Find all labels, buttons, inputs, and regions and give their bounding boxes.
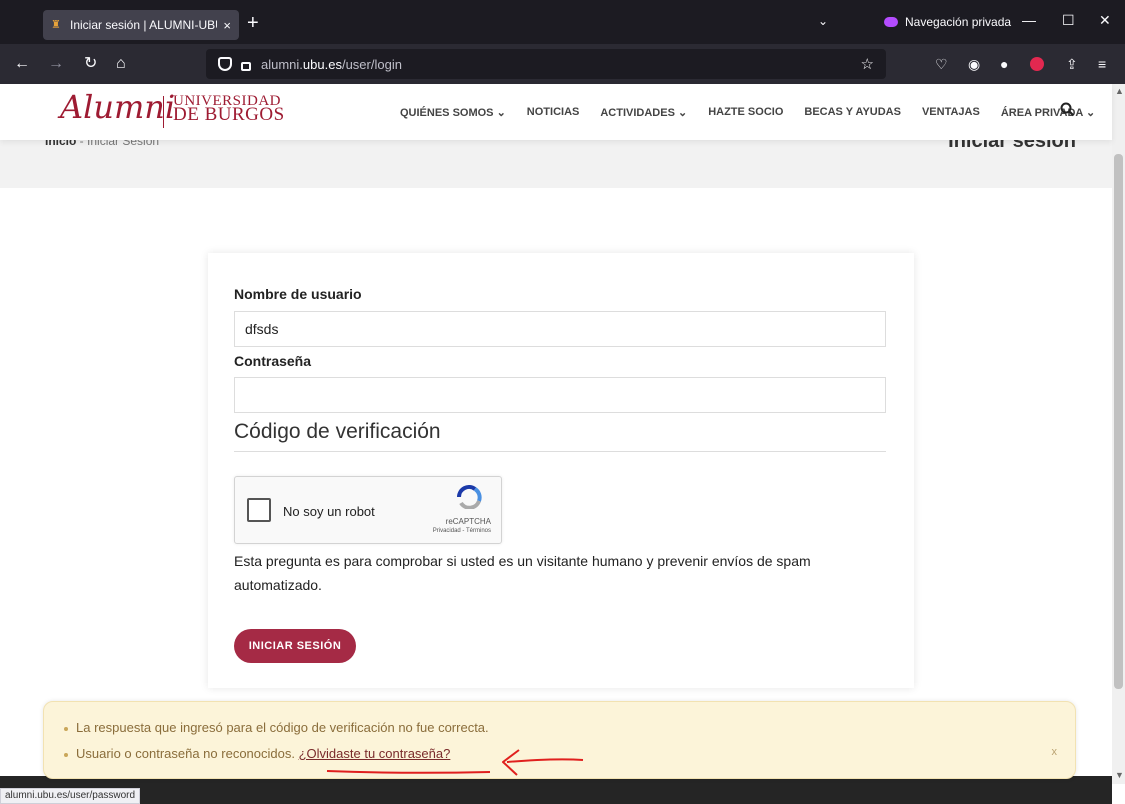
browser-tab-bar: ♜ Iniciar sesión | ALUMNI-UBU As × + ⌄ N… bbox=[0, 0, 1125, 44]
scroll-up-icon[interactable]: ▲ bbox=[1115, 86, 1124, 96]
site-header: Alumni UNIVERSIDAD DE BURGOS QUIÉNES SOM… bbox=[0, 84, 1112, 140]
bullet-icon bbox=[64, 752, 68, 757]
error-message-captcha: La respuesta que ingresó para el código … bbox=[64, 720, 489, 735]
back-arrow-icon[interactable]: ← bbox=[14, 54, 30, 74]
minimize-icon[interactable]: — bbox=[1022, 12, 1036, 28]
username-input[interactable] bbox=[234, 311, 886, 347]
share-icon[interactable]: ⇪ bbox=[1066, 56, 1078, 73]
tab-close-icon[interactable]: × bbox=[223, 18, 231, 33]
close-icon[interactable]: x bbox=[1052, 746, 1058, 758]
home-icon[interactable]: ⌂ bbox=[116, 54, 126, 74]
main-menu: QUIÉNES SOMOS ⌄ NOTICIAS ACTIVIDADES ⌄ H… bbox=[400, 106, 1116, 119]
search-icon[interactable] bbox=[1060, 102, 1075, 117]
error-message-credentials-text: Usuario o contraseña no reconocidos. bbox=[76, 746, 295, 761]
pocket-icon[interactable]: ♡ bbox=[935, 56, 948, 73]
reload-icon[interactable]: ↻ bbox=[84, 54, 97, 74]
menu-item-actividades[interactable]: ACTIVIDADES ⌄ bbox=[600, 106, 687, 119]
forward-arrow-icon[interactable]: → bbox=[48, 54, 64, 74]
private-browsing-indicator: Navegación privada bbox=[884, 15, 1011, 29]
tab-title: Iniciar sesión | ALUMNI-UBU As bbox=[70, 18, 218, 32]
recaptcha-checkbox[interactable] bbox=[247, 498, 271, 522]
alumni-logo[interactable]: Alumni bbox=[60, 88, 175, 126]
private-mask-icon bbox=[884, 17, 898, 27]
recaptcha-label: No soy un robot bbox=[283, 504, 375, 519]
error-messages: La respuesta que ingresó para el código … bbox=[43, 701, 1076, 779]
login-submit-button[interactable]: INICIAR SESIÓN bbox=[234, 629, 356, 663]
menu-item-ventajas[interactable]: VENTAJAS bbox=[922, 106, 980, 119]
lock-icon[interactable] bbox=[241, 61, 251, 71]
university-logo[interactable]: UNIVERSIDAD DE BURGOS bbox=[173, 94, 285, 125]
menu-item-area-privada[interactable]: ÁREA PRIVADA ⌄ bbox=[1001, 106, 1095, 119]
close-window-icon[interactable]: ✕ bbox=[1099, 12, 1111, 29]
username-label: Nombre de usuario bbox=[234, 286, 362, 302]
menu-item-quienes-somos[interactable]: QUIÉNES SOMOS ⌄ bbox=[400, 106, 506, 119]
recaptcha-logo-icon bbox=[457, 485, 482, 509]
footer-strip bbox=[0, 776, 1112, 804]
new-tab-button[interactable]: + bbox=[247, 12, 259, 35]
address-bar[interactable]: alumni.ubu.es/user/login ☆ bbox=[206, 49, 886, 79]
url-text: alumni.ubu.es/user/login bbox=[261, 56, 402, 72]
annotation-arrow-icon bbox=[326, 749, 584, 776]
university-logo-line2: DE BURGOS bbox=[173, 104, 285, 125]
scroll-down-icon[interactable]: ▼ bbox=[1115, 770, 1124, 780]
menu-item-becas-ayudas[interactable]: BECAS Y AYUDAS bbox=[804, 106, 901, 119]
menu-item-hazte-socio[interactable]: HAZTE SOCIO bbox=[708, 106, 783, 119]
tracking-shield-icon[interactable] bbox=[218, 57, 232, 71]
captcha-legend: Código de verificación bbox=[234, 420, 886, 452]
error-message-captcha-text: La respuesta que ingresó para el código … bbox=[76, 720, 489, 735]
password-input[interactable] bbox=[234, 377, 886, 413]
breadcrumb-band: Inicio - Iniciar Sesión Iniciar sesión bbox=[0, 130, 1112, 188]
maximize-icon[interactable]: ☐ bbox=[1062, 12, 1075, 29]
recaptcha-links[interactable]: Privacidad - Términos bbox=[433, 528, 491, 534]
browser-nav-bar: ← → ↻ ⌂ alumni.ubu.es/user/login ☆ ♡ ◉ ●… bbox=[0, 44, 1125, 84]
recaptcha-widget: No soy un robot reCAPTCHA Privacidad - T… bbox=[234, 476, 502, 544]
site-favicon-icon: ♜ bbox=[51, 19, 61, 31]
page-scrollbar[interactable]: ▲ ▼ bbox=[1112, 84, 1125, 784]
hamburger-menu-icon[interactable]: ≡ bbox=[1098, 56, 1106, 72]
browser-tab[interactable]: ♜ Iniciar sesión | ALUMNI-UBU As × bbox=[43, 10, 239, 40]
extension-icon[interactable]: ● bbox=[1000, 56, 1008, 72]
account-icon[interactable]: ◉ bbox=[968, 56, 980, 73]
bookmark-star-icon[interactable]: ☆ bbox=[861, 55, 874, 73]
private-browsing-label: Navegación privada bbox=[905, 15, 1012, 29]
password-label: Contraseña bbox=[234, 353, 312, 369]
logo-divider bbox=[163, 96, 164, 128]
menu-item-noticias[interactable]: NOTICIAS bbox=[527, 106, 580, 119]
addon-red-icon[interactable] bbox=[1030, 57, 1044, 71]
status-url-hint: alumni.ubu.es/user/password bbox=[0, 788, 141, 804]
login-card: Nombre de usuario Contraseña Código de v… bbox=[208, 253, 914, 688]
scrollbar-thumb[interactable] bbox=[1114, 154, 1123, 689]
captcha-description: Esta pregunta es para comprobar si usted… bbox=[234, 553, 811, 593]
recaptcha-brand: reCAPTCHA bbox=[445, 517, 491, 526]
list-tabs-chevron-icon[interactable]: ⌄ bbox=[818, 14, 828, 28]
bullet-icon bbox=[64, 726, 68, 731]
